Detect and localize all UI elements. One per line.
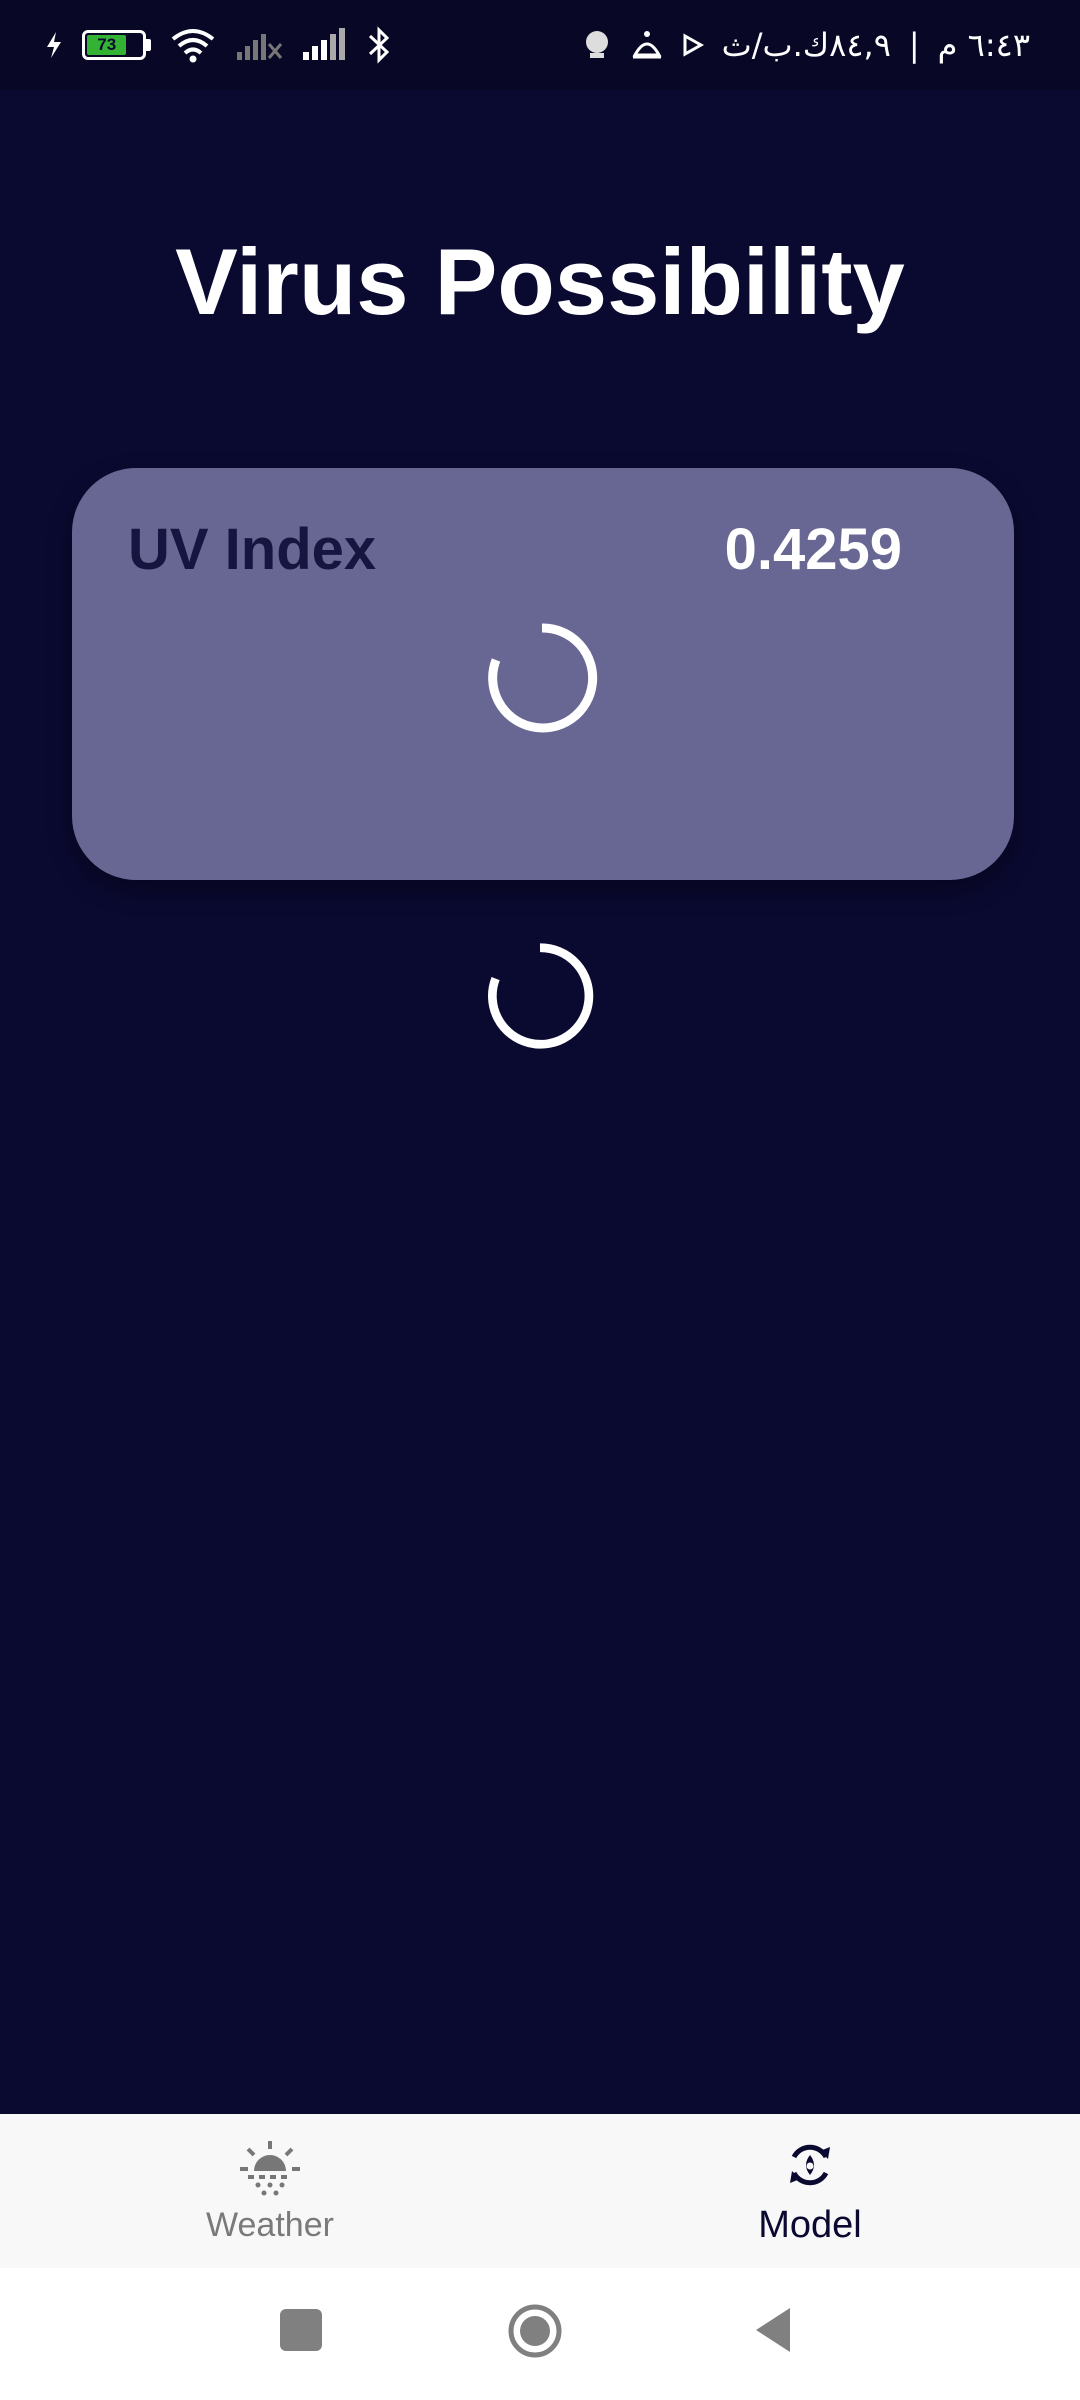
status-left-icons: 73 [44, 26, 391, 64]
notification-icon [582, 29, 612, 61]
wifi-icon [169, 27, 217, 63]
nav-item-weather[interactable]: Weather [0, 2114, 540, 2268]
back-button[interactable] [752, 2306, 792, 2359]
bottom-navigation: Weather Model [0, 2114, 1080, 2268]
card-loading-spinner [484, 620, 600, 741]
home-button[interactable] [506, 2302, 564, 2365]
recents-button[interactable] [280, 2309, 322, 2351]
uv-index-label: UV Index [128, 517, 377, 582]
signal-icon [301, 28, 349, 62]
battery-level: 73 [87, 35, 127, 55]
nav-label-weather: Weather [206, 2206, 334, 2244]
network-speed: ٨٤,٩ك.ب/ث [721, 26, 891, 64]
charging-icon [44, 30, 64, 60]
nav-item-model[interactable]: Model [540, 2114, 1080, 2268]
status-divider: | [908, 26, 920, 64]
uv-index-value: 0.4259 [724, 517, 902, 582]
page-loading-spinner [484, 940, 596, 1057]
status-bar: 73 ٨٤,٩ك.ب/ث | ٦:٤٣ م [0, 0, 1080, 90]
alarm-icon [630, 29, 664, 61]
page-title: Virus Possibility [175, 229, 905, 334]
model-refresh-icon [780, 2135, 840, 2200]
uv-index-card: UV Index 0.4259 [72, 468, 1014, 880]
no-signal-icon [235, 28, 283, 62]
bluetooth-icon [367, 26, 391, 64]
battery-icon: 73 [82, 30, 151, 60]
status-right-icons: ٨٤,٩ك.ب/ث | ٦:٤٣ م [582, 26, 1030, 64]
status-time: ٦:٤٣ م [937, 26, 1030, 64]
nav-label-model: Model [758, 2204, 862, 2246]
play-icon [682, 33, 704, 57]
weather-sun-icon [238, 2137, 302, 2202]
